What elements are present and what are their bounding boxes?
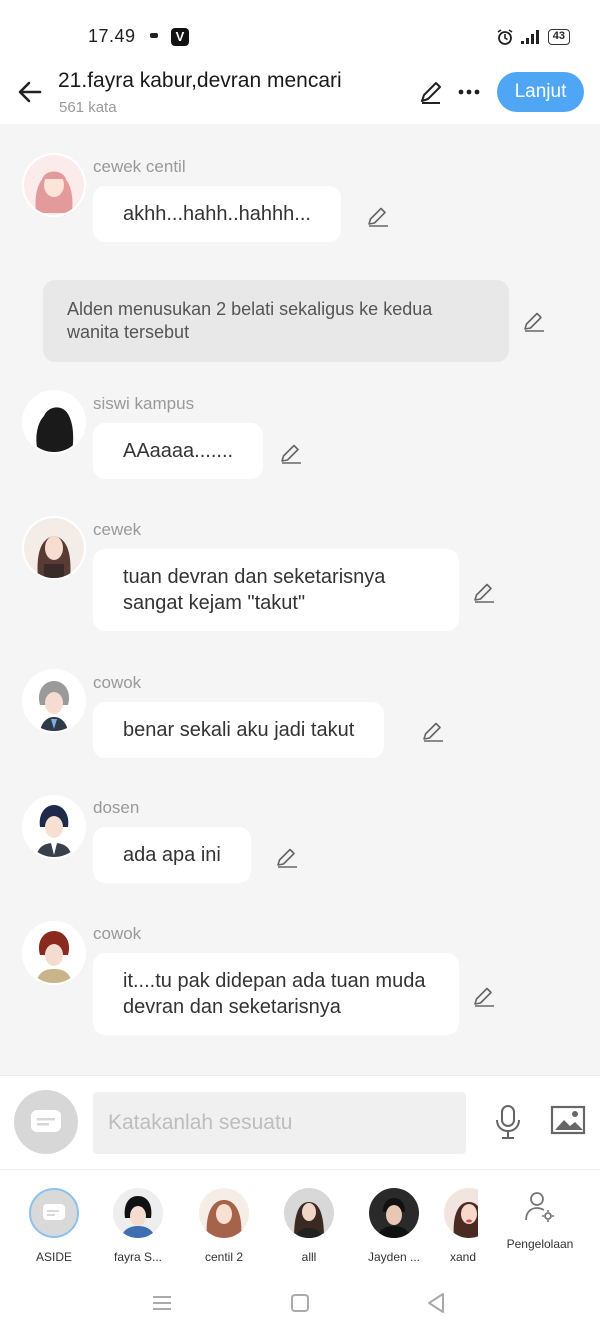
- input-bar: [0, 1075, 600, 1169]
- avatar: [199, 1188, 249, 1238]
- character-label: ASIDE: [35, 1250, 72, 1264]
- app-header: 21.fayra kabur,devran mencari 561 kata L…: [0, 62, 600, 124]
- system-navigation-bar: [0, 1279, 600, 1333]
- avatar[interactable]: [22, 669, 86, 733]
- back-icon[interactable]: [426, 1292, 446, 1314]
- story-title: 21.fayra kabur,devran mencari: [58, 69, 342, 92]
- character-name: dosen: [93, 798, 140, 817]
- character-name: cewek: [93, 520, 142, 539]
- battery-icon: 43: [547, 29, 570, 45]
- status-time: 17.49: [88, 26, 136, 46]
- character-item[interactable]: Jayden ...: [364, 1188, 424, 1264]
- avatar[interactable]: [22, 795, 86, 859]
- avatar[interactable]: [22, 153, 86, 217]
- message-input[interactable]: [93, 1092, 466, 1154]
- avatar: [369, 1188, 419, 1238]
- dialogue-bubble[interactable]: tuan devran dan seketarisnya sangat keja…: [93, 549, 459, 631]
- status-icons: 43: [496, 28, 570, 46]
- home-icon[interactable]: [290, 1293, 310, 1313]
- dialogue-bubble[interactable]: AAaaaa.......: [93, 423, 264, 479]
- edit-message-icon[interactable]: [472, 580, 496, 604]
- notification-icon: [150, 33, 158, 38]
- microphone-icon[interactable]: [494, 1104, 522, 1140]
- edit-message-icon[interactable]: [279, 441, 303, 465]
- dialogue-bubble[interactable]: it....tu pak didepan ada tuan muda devra…: [93, 953, 459, 1035]
- narration-bubble[interactable]: Alden menusukan 2 belati sekaligus ke ke…: [43, 280, 509, 362]
- dialogue-bubble[interactable]: benar sekali aku jadi takut: [93, 702, 385, 758]
- character-name: cewek centil: [93, 157, 186, 176]
- character-label: fayra S...: [113, 1250, 163, 1264]
- edit-message-icon[interactable]: [472, 984, 496, 1008]
- avatar: [284, 1188, 334, 1238]
- chat-bubble-icon: [31, 1110, 61, 1132]
- character-name: cowok: [93, 924, 142, 943]
- character-label: alll: [301, 1250, 317, 1264]
- narration-icon: [43, 1204, 65, 1220]
- next-button[interactable]: Lanjut: [497, 72, 584, 112]
- menu-icon[interactable]: [151, 1294, 173, 1312]
- dialogue-bubble[interactable]: ada apa ini: [93, 827, 251, 883]
- character-item[interactable]: alll: [279, 1188, 339, 1264]
- character-item[interactable]: fayra S...: [108, 1188, 168, 1264]
- edit-message-icon[interactable]: [366, 204, 390, 228]
- manage-label: Pengelolaan: [506, 1237, 574, 1251]
- character-item[interactable]: centil 2: [194, 1188, 254, 1264]
- person-settings-icon: [525, 1192, 554, 1222]
- avatar[interactable]: [22, 390, 86, 454]
- character-name: cowok: [93, 673, 142, 692]
- chat-mode-button[interactable]: [14, 1090, 78, 1154]
- character-label: xand: [450, 1250, 477, 1264]
- status-bar: 17.49 V 43: [0, 0, 600, 62]
- alarm-icon: [497, 29, 513, 45]
- edit-message-icon[interactable]: [275, 845, 299, 869]
- avatar: [444, 1188, 478, 1238]
- character-label: centil 2: [204, 1250, 244, 1264]
- character-item[interactable]: xand: [444, 1188, 478, 1264]
- aside-avatar: [29, 1188, 79, 1238]
- edit-message-icon[interactable]: [421, 719, 445, 743]
- edit-title-icon[interactable]: [418, 79, 444, 105]
- edit-message-icon[interactable]: [522, 309, 546, 333]
- manage-characters-button[interactable]: Pengelolaan: [500, 1190, 580, 1251]
- character-bar: ASIDE fayra S... centil 2 alll Jayden ..…: [0, 1169, 600, 1279]
- character-label: Jayden ...: [367, 1250, 421, 1264]
- character-aside[interactable]: ASIDE: [24, 1188, 84, 1264]
- avatar: [113, 1188, 163, 1238]
- dialogue-bubble[interactable]: akhh...hahh..hahhh...: [93, 186, 341, 242]
- avatar[interactable]: [22, 516, 86, 580]
- word-count: 561 kata: [59, 99, 117, 116]
- app-notification-icon: V: [171, 28, 189, 46]
- image-icon[interactable]: [550, 1104, 586, 1136]
- signal-icon: [520, 30, 539, 44]
- character-name: siswi kampus: [93, 394, 195, 413]
- avatar[interactable]: [22, 921, 86, 985]
- back-arrow-icon[interactable]: [16, 78, 44, 106]
- more-options-icon[interactable]: [456, 79, 482, 105]
